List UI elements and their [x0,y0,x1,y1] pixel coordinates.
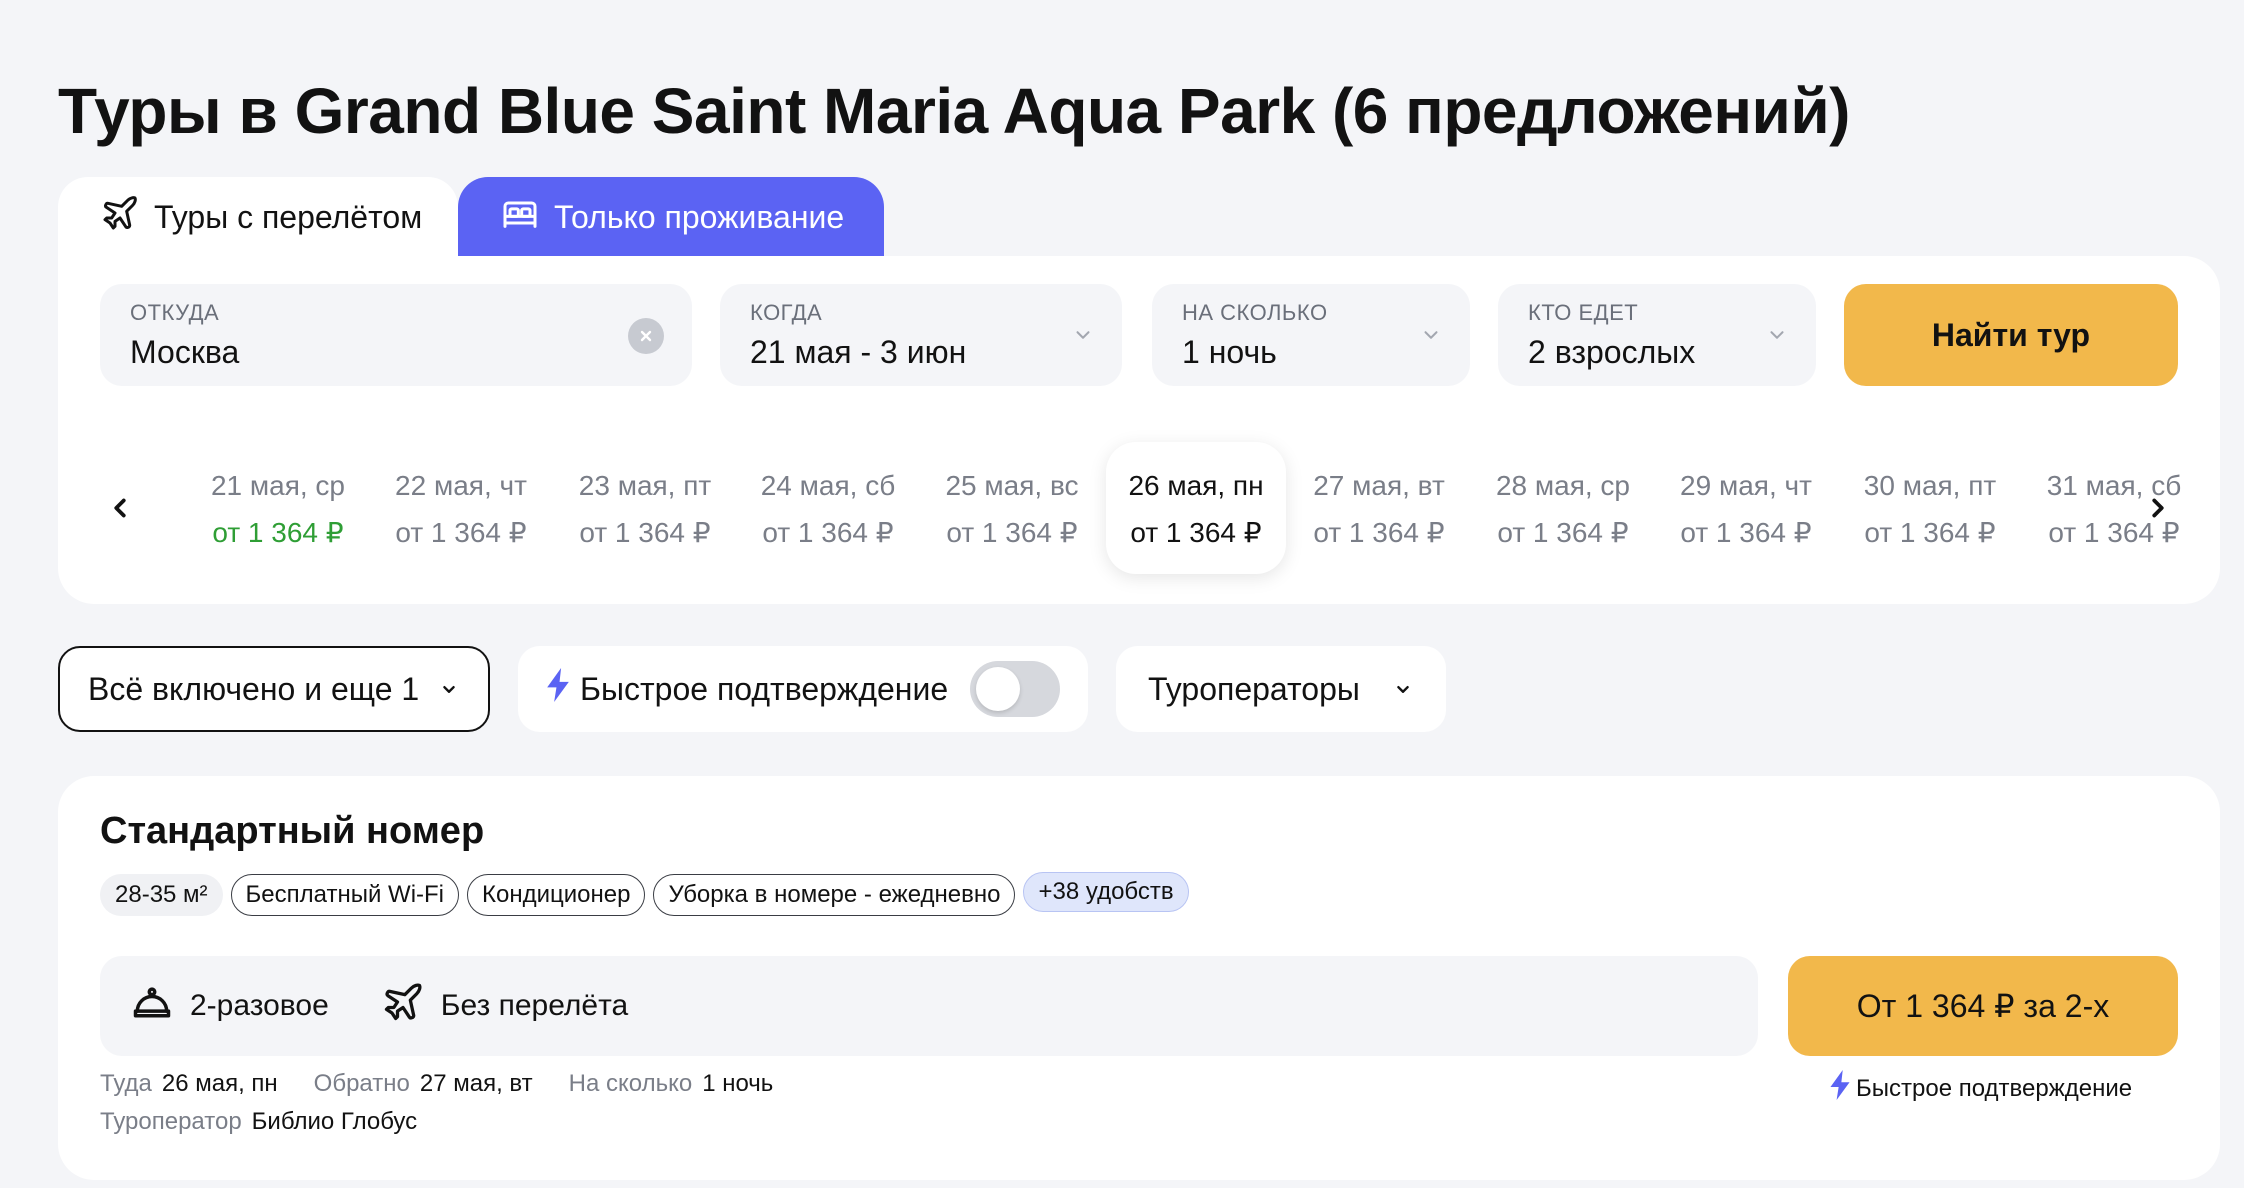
more-amenities-button[interactable]: +38 удобств [1023,872,1189,912]
chevron-down-icon [1766,324,1788,351]
nights-label: НА СКОЛЬКО [1182,300,1328,325]
from-value: Москва [130,334,240,370]
travelers-value: 2 взрослых [1528,334,1696,370]
room-card: Стандартный номер 28-35 м² Бесплатный Wi… [58,776,2220,1180]
meal-plan-filter[interactable]: Всё включено и еще 1 [58,646,490,732]
date-price: от 1 364 ₽ [395,517,527,548]
amenity-chip: Уборка в номере - ежедневно [653,874,1016,916]
amenity-list: 28-35 м² Бесплатный Wi-Fi Кондиционер Уб… [100,872,1189,916]
date-option[interactable]: 28 мая, ср от 1 364 ₽ [1473,442,1653,574]
operator-label: Туроператор [100,1108,242,1135]
fast-confirmation-filter: Быстрое подтверждение [518,646,1088,732]
tab-tours-with-flight[interactable]: Туры с перелётом [58,177,458,257]
date-price: от 1 364 ₽ [1680,517,1812,548]
lightning-icon [1830,1070,1850,1107]
amenity-chip: Бесплатный Wi-Fi [230,874,460,916]
travelers-label: КТО ЕДЕТ [1528,300,1639,325]
nights-value: 1 ночь [702,1070,774,1097]
date-price: от 1 364 ₽ [579,517,711,548]
nights-label: На сколько [568,1070,693,1097]
date-option[interactable]: 22 мая, чт от 1 364 ₽ [371,442,551,574]
date-option[interactable]: 29 мая, чт от 1 364 ₽ [1656,442,1836,574]
clear-icon[interactable] [628,318,664,354]
date-price: от 1 364 ₽ [212,517,344,548]
nights-field[interactable]: НА СКОЛЬКО 1 ночь [1152,284,1470,386]
operator-value: Библио Глобус [251,1108,418,1135]
date-day: 24 мая, сб [760,470,896,501]
when-value: 21 мая - 3 июн [750,334,967,370]
nights-value: 1 ночь [1182,334,1277,370]
tour-operator-info: Туроператор Библио Глобус [100,1108,443,1136]
date-day: 27 мая, вт [1313,470,1445,501]
amenity-chip: Кондиционер [467,874,646,916]
date-day: 23 мая, пт [578,470,712,501]
date-option[interactable]: 24 мая, сб от 1 364 ₽ [738,442,918,574]
depart-label: Туда [100,1070,152,1097]
date-day: 26 мая, пн [1128,470,1264,501]
flight-info: Без перелёта [440,989,629,1022]
search-tabs: Туры с перелётом Только проживание [58,177,884,257]
return-label: Обратно [313,1070,410,1097]
tour-operators-label: Туроператоры [1148,670,1360,707]
fast-confirmation-toggle[interactable] [970,661,1060,717]
date-price: от 1 364 ₽ [1313,517,1445,548]
room-title: Стандартный номер [100,810,485,852]
date-day: 28 мая, ср [1495,470,1631,501]
tab-accommodation-only[interactable]: Только проживание [458,177,884,257]
meal-plan: 2-разовое [190,989,329,1022]
price-button[interactable]: От 1 364 ₽ за 2-х [1788,956,2178,1056]
date-price: от 1 364 ₽ [1497,517,1629,548]
trip-dates: Туда 26 мая, пн Обратно 27 мая, вт На ск… [100,1070,799,1098]
lightning-icon [546,668,570,710]
date-price: от 1 364 ₽ [762,517,894,548]
chevron-down-icon [438,671,460,708]
chevron-left-icon[interactable] [100,488,140,528]
date-option[interactable]: 26 мая, пн от 1 364 ₽ [1106,442,1286,574]
date-option[interactable]: 25 мая, вс от 1 364 ₽ [922,442,1102,574]
date-price: от 1 364 ₽ [946,517,1078,548]
chevron-down-icon [1420,324,1442,351]
meal-icon [130,980,174,1032]
amenity-chip: 28-35 м² [100,874,223,916]
search-card: ОТКУДА Москва КОГДА 21 мая - 3 июн НА СК… [58,256,2220,604]
offer-details: 2-разовое Без перелёта [100,956,1758,1056]
from-label: ОТКУДА [130,300,220,325]
travelers-field[interactable]: КТО ЕДЕТ 2 взрослых [1498,284,1816,386]
date-day: 30 мая, пт [1863,470,1997,501]
fast-confirmation-text: Быстрое подтверждение [1856,1074,2133,1102]
tab-label: Только проживание [554,198,845,235]
date-day: 29 мая, чт [1680,470,1812,501]
when-label: КОГДА [750,300,823,325]
date-option[interactable]: 27 мая, вт от 1 364 ₽ [1289,442,1469,574]
bed-icon [500,193,540,241]
date-price: от 1 364 ₽ [1130,517,1262,548]
date-option[interactable]: 23 мая, пт от 1 364 ₽ [555,442,735,574]
from-field[interactable]: ОТКУДА Москва [100,284,692,386]
date-option[interactable]: 21 мая, ср от 1 364 ₽ [188,442,368,574]
tour-operators-filter[interactable]: Туроператоры [1116,646,1446,732]
plane-icon [100,193,140,241]
when-field[interactable]: КОГДА 21 мая - 3 июн [720,284,1122,386]
date-option[interactable]: 30 мая, пт от 1 364 ₽ [1840,442,2020,574]
meal-plan-filter-label: Всё включено и еще 1 [88,670,420,707]
find-tour-button[interactable]: Найти тур [1844,284,2178,386]
tab-label: Туры с перелётом [154,198,423,235]
depart-value: 26 мая, пн [161,1070,278,1097]
no-flight-icon [381,980,425,1032]
chevron-down-icon [1392,671,1414,708]
chevron-down-icon [1072,324,1094,351]
date-day: 22 мая, чт [395,470,527,501]
fast-confirmation-badge: Быстрое подтверждение [1830,1070,2132,1107]
date-day: 21 мая, ср [210,470,346,501]
page-title: Туры в Grand Blue Saint Maria Aqua Park … [58,75,1850,147]
fast-confirmation-label: Быстрое подтверждение [580,670,949,707]
date-day: 25 мая, вс [945,470,1079,501]
date-price: от 1 364 ₽ [1864,517,1996,548]
date-strip: 21 мая, ср от 1 364 ₽ 22 мая, чт от 1 36… [58,442,2220,574]
chevron-right-icon[interactable] [2138,488,2178,528]
return-value: 27 мая, вт [419,1070,533,1097]
